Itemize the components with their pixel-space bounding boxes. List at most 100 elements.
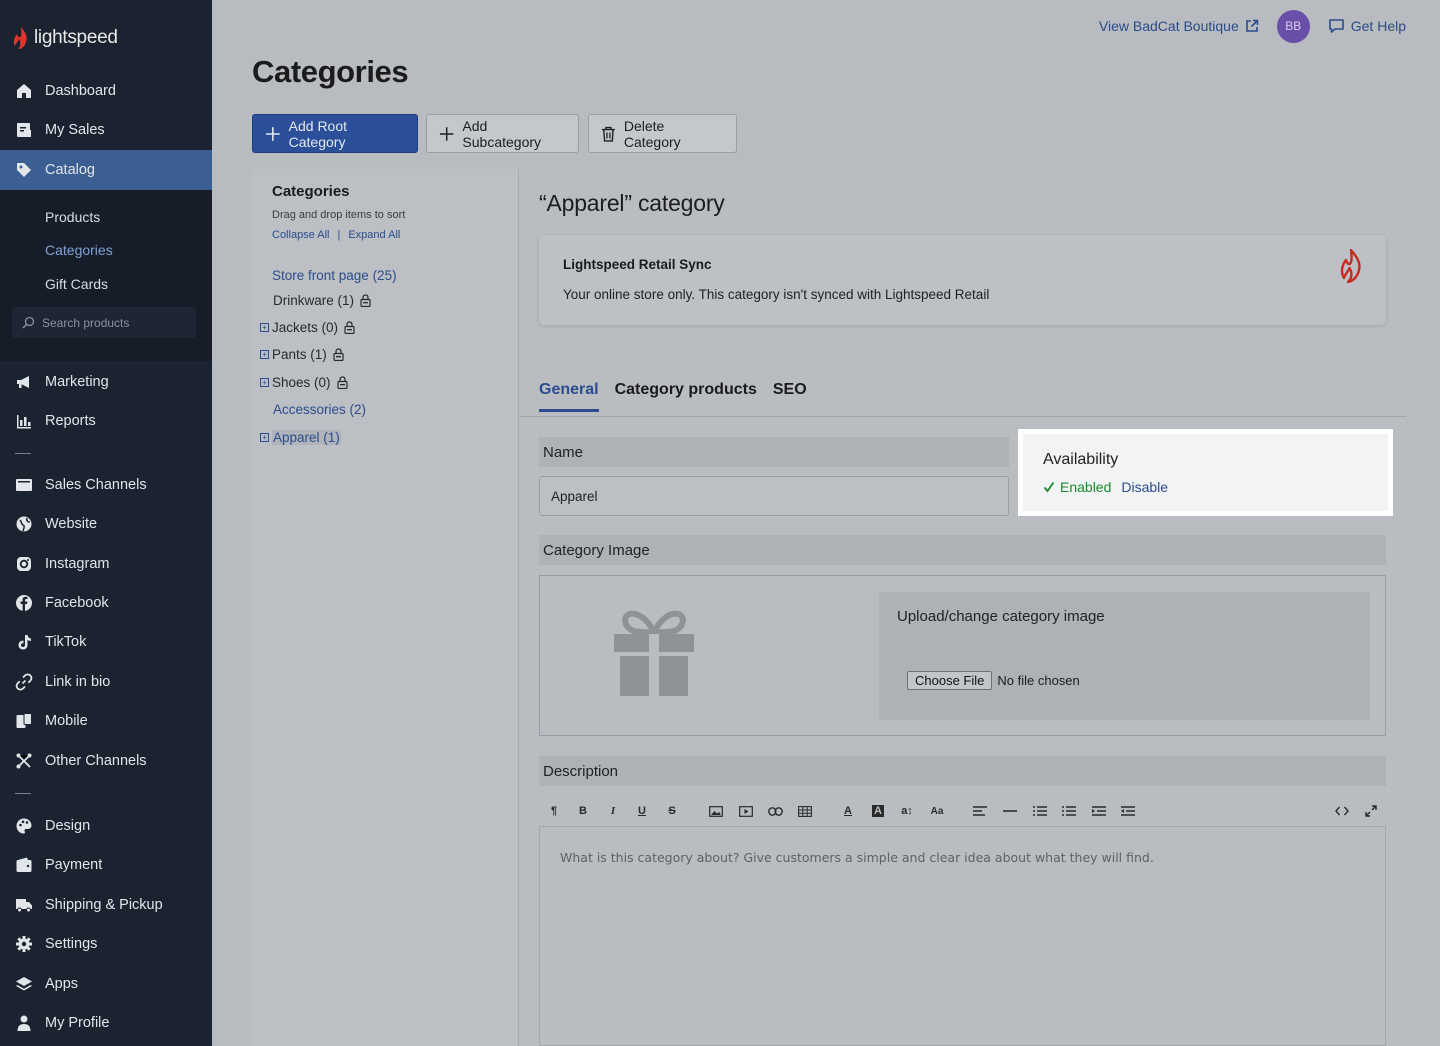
nav-payment[interactable]: Payment bbox=[0, 845, 212, 885]
nav-marketing[interactable]: Marketing bbox=[0, 362, 212, 402]
nav-other-channels[interactable]: Other Channels bbox=[0, 741, 212, 781]
home-icon bbox=[15, 82, 33, 100]
name-input[interactable]: Apparel bbox=[539, 476, 1009, 516]
category-tree-panel: Categories Drag and drop items to sort C… bbox=[252, 169, 519, 1046]
availability-title: Availability bbox=[1043, 451, 1119, 468]
table-icon[interactable] bbox=[794, 801, 816, 821]
font-color-icon[interactable]: A bbox=[837, 801, 859, 821]
sidebar-search[interactable] bbox=[12, 307, 196, 338]
link-separator: | bbox=[337, 229, 341, 241]
tab-general[interactable]: General bbox=[539, 381, 599, 412]
nav-dashboard[interactable]: Dashboard bbox=[0, 71, 212, 111]
nav-tiktok[interactable]: TikTok bbox=[0, 622, 212, 662]
tree-item-drinkware[interactable]: Drinkware (1) bbox=[273, 293, 371, 308]
tree-item-label: Pants (1) bbox=[272, 347, 327, 362]
sub-gift-cards[interactable]: Gift Cards bbox=[45, 276, 108, 292]
tree-item-shoes[interactable]: + Shoes (0) bbox=[260, 375, 348, 390]
choose-file-button[interactable]: Choose File bbox=[907, 671, 993, 690]
add-subcategory-button[interactable]: Add Subcategory bbox=[426, 114, 579, 153]
category-detail-panel: “Apparel” category Lightspeed Retail Syn… bbox=[520, 169, 1406, 1046]
nav-reports[interactable]: Reports bbox=[0, 401, 212, 441]
nav-catalog[interactable]: Catalog bbox=[0, 150, 212, 190]
line-height-icon[interactable]: a↕ bbox=[896, 801, 918, 821]
tag-icon bbox=[15, 161, 33, 179]
lightspeed-logo[interactable]: lightspeed bbox=[12, 24, 118, 52]
nav-link-in-bio[interactable]: Link in bio bbox=[0, 662, 212, 702]
nav-website[interactable]: Website bbox=[0, 504, 212, 544]
delete-category-button[interactable]: Delete Category bbox=[588, 114, 737, 153]
expand-icon[interactable]: + bbox=[260, 350, 269, 359]
expand-all-link[interactable]: Expand All bbox=[348, 229, 400, 241]
nav-label: Sales Channels bbox=[45, 477, 147, 493]
sub-categories[interactable]: Categories bbox=[45, 242, 113, 258]
nav-my-sales[interactable]: My Sales bbox=[0, 110, 212, 150]
sync-description: Your online store only. This category is… bbox=[563, 287, 990, 302]
expand-icon[interactable]: + bbox=[260, 378, 269, 387]
nav-shipping[interactable]: Shipping & Pickup bbox=[0, 885, 212, 925]
nav-label: Design bbox=[45, 818, 91, 834]
italic-icon[interactable]: I bbox=[602, 801, 624, 821]
horizontal-rule-icon[interactable] bbox=[999, 801, 1021, 821]
strikethrough-icon[interactable]: S bbox=[661, 801, 683, 821]
category-image-box: Upload/change category image Choose File… bbox=[539, 575, 1386, 736]
nav-facebook[interactable]: Facebook bbox=[0, 583, 212, 623]
sub-products[interactable]: Products bbox=[45, 209, 100, 225]
tab-category-products[interactable]: Category products bbox=[615, 381, 757, 412]
nav-label: Reports bbox=[45, 413, 96, 429]
fullscreen-icon[interactable] bbox=[1360, 801, 1382, 821]
sales-icon bbox=[15, 121, 33, 139]
search-input[interactable] bbox=[42, 315, 182, 330]
underline-icon[interactable]: U bbox=[631, 801, 653, 821]
video-icon[interactable] bbox=[735, 801, 757, 821]
align-icon[interactable] bbox=[969, 801, 991, 821]
get-help-label: Get Help bbox=[1350, 18, 1406, 34]
tree-item-store-front[interactable]: Store front page (25) bbox=[272, 268, 397, 283]
tree-item-apparel[interactable]: + Apparel (1) bbox=[260, 430, 341, 445]
font-size-icon[interactable]: Aa bbox=[926, 801, 948, 821]
link-icon bbox=[15, 673, 33, 691]
tree-item-accessories[interactable]: Accessories (2) bbox=[273, 402, 366, 417]
tree-item-label: Shoes (0) bbox=[272, 375, 331, 390]
disable-link[interactable]: Disable bbox=[1121, 479, 1168, 495]
view-store-link[interactable]: View BadCat Boutique bbox=[1099, 18, 1259, 34]
description-editor[interactable]: What is this category about? Give custom… bbox=[539, 827, 1386, 1046]
nav-mobile[interactable]: Mobile bbox=[0, 701, 212, 741]
link-icon[interactable] bbox=[764, 801, 786, 821]
get-help-link[interactable]: Get Help bbox=[1328, 18, 1406, 34]
nav-design[interactable]: Design bbox=[0, 806, 212, 846]
nav-label: Shipping & Pickup bbox=[45, 897, 163, 913]
background-color-icon[interactable]: A bbox=[867, 801, 889, 821]
user-icon bbox=[15, 1014, 33, 1032]
nav-label: Apps bbox=[45, 976, 79, 992]
expand-icon[interactable]: + bbox=[260, 323, 269, 332]
bold-icon[interactable]: B bbox=[572, 801, 594, 821]
availability-inner: Availability Enabled Disable bbox=[1023, 434, 1388, 511]
paragraph-icon[interactable]: ¶ bbox=[543, 801, 565, 821]
outdent-icon[interactable] bbox=[1088, 801, 1110, 821]
nav-sales-channels[interactable]: Sales Channels bbox=[0, 465, 212, 505]
image-icon[interactable] bbox=[705, 801, 727, 821]
nav-settings[interactable]: Settings bbox=[0, 924, 212, 964]
avatar[interactable]: BB bbox=[1276, 9, 1310, 43]
availability-status: Enabled Disable bbox=[1043, 479, 1168, 495]
tree-item-pants[interactable]: + Pants (1) bbox=[260, 347, 344, 362]
collapse-all-link[interactable]: Collapse All bbox=[272, 229, 329, 241]
nav-label: Website bbox=[45, 516, 98, 532]
numbered-list-icon[interactable] bbox=[1058, 801, 1080, 821]
tree-item-label: Jackets (0) bbox=[272, 320, 339, 335]
tree-item-jackets[interactable]: + Jackets (0) bbox=[260, 320, 355, 335]
store-icon bbox=[15, 476, 33, 494]
expand-icon[interactable]: + bbox=[260, 433, 269, 442]
nav-label: Facebook bbox=[45, 595, 109, 611]
palette-icon bbox=[15, 817, 33, 835]
nav-my-profile[interactable]: My Profile bbox=[0, 1003, 212, 1043]
nav-apps[interactable]: Apps bbox=[0, 964, 212, 1004]
add-root-category-button[interactable]: Add Root Category bbox=[252, 114, 418, 153]
code-view-icon[interactable] bbox=[1331, 801, 1353, 821]
tab-seo[interactable]: SEO bbox=[773, 381, 807, 412]
indent-icon[interactable] bbox=[1117, 801, 1139, 821]
bullet-list-icon[interactable] bbox=[1029, 801, 1051, 821]
nav-label: Link in bio bbox=[45, 674, 111, 690]
nav-instagram[interactable]: Instagram bbox=[0, 544, 212, 584]
plus-icon bbox=[439, 126, 454, 141]
